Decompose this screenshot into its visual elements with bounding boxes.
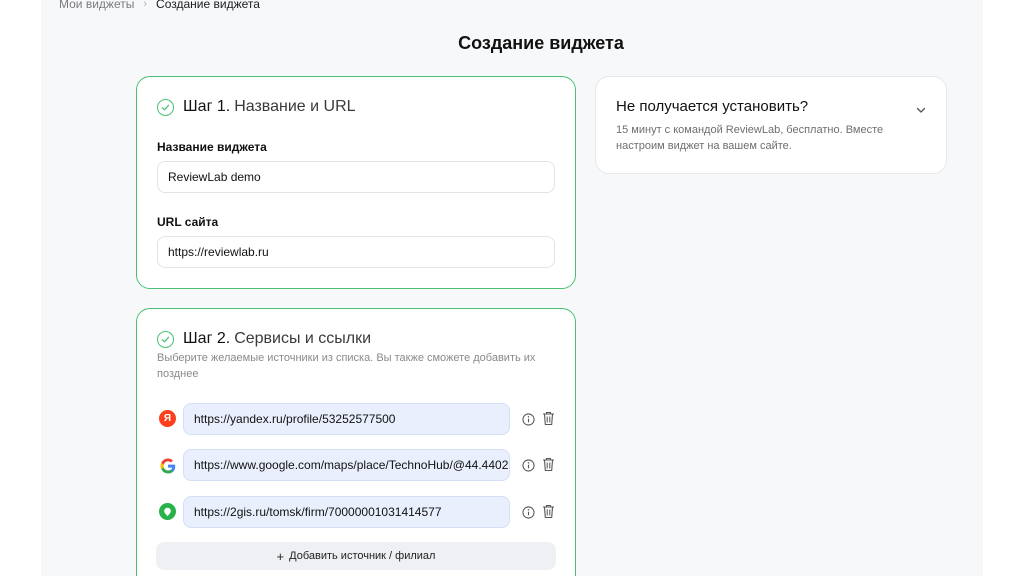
step2-title: Сервисы и ссылки — [234, 330, 372, 347]
breadcrumb-separator-icon: › — [143, 0, 148, 10]
help-text: 15 минут с командой ReviewLab, бесплатно… — [616, 124, 884, 152]
step2-subtitle: Выберите желаемые источники из списка. В… — [157, 352, 536, 380]
source-url-input[interactable]: https://www.google.com/maps/place/Techno… — [183, 449, 510, 481]
step2-header: Шаг 2. Сервисы и ссылки — [157, 330, 371, 348]
add-source-button[interactable]: + Добавить источник / филиал — [156, 542, 556, 570]
plus-icon: + — [276, 548, 285, 564]
step1-title: Название и URL — [234, 98, 356, 115]
step1-number: Шаг 1. — [183, 98, 231, 115]
check-circle-icon — [157, 98, 174, 116]
step1-header: Шаг 1. Название и URL — [157, 98, 356, 116]
info-icon[interactable] — [520, 504, 536, 520]
source-url-input[interactable]: https://2gis.ru/tomsk/firm/7000000103141… — [183, 496, 510, 528]
step1-card: Шаг 1. Название и URL Название виджета R… — [136, 76, 576, 289]
trash-icon[interactable] — [540, 503, 556, 519]
add-source-label: Добавить источник / филиал — [289, 550, 436, 562]
trash-icon[interactable] — [540, 410, 556, 426]
breadcrumb-link-my-widgets[interactable]: Мои виджеты — [59, 0, 134, 11]
widget-name-input[interactable]: ReviewLab demo — [157, 161, 555, 193]
step2-card: Шаг 2. Сервисы и ссылки Выберите желаемы… — [136, 308, 576, 576]
help-card[interactable]: Не получается установить? 15 минут с ком… — [595, 76, 947, 174]
site-url-label: URL сайта — [157, 215, 219, 229]
check-circle-icon — [157, 330, 174, 348]
page-title: Создание виджета — [458, 33, 624, 53]
google-icon — [159, 457, 176, 474]
site-url-input[interactable]: https://reviewlab.ru — [157, 236, 555, 268]
source-url-input[interactable]: https://yandex.ru/profile/53252577500 — [183, 403, 510, 435]
breadcrumb: Мои виджеты › Создание виджета — [59, 0, 260, 11]
2gis-icon — [159, 503, 176, 520]
yandex-icon: Я — [159, 410, 176, 427]
trash-icon[interactable] — [540, 456, 556, 472]
info-icon[interactable] — [520, 457, 536, 473]
widget-name-label: Название виджета — [157, 140, 267, 154]
breadcrumb-current: Создание виджета — [156, 0, 260, 11]
step2-number: Шаг 2. — [183, 330, 231, 347]
chevron-down-icon[interactable] — [916, 101, 926, 119]
info-icon[interactable] — [520, 411, 536, 427]
help-title: Не получается установить? — [616, 98, 809, 115]
